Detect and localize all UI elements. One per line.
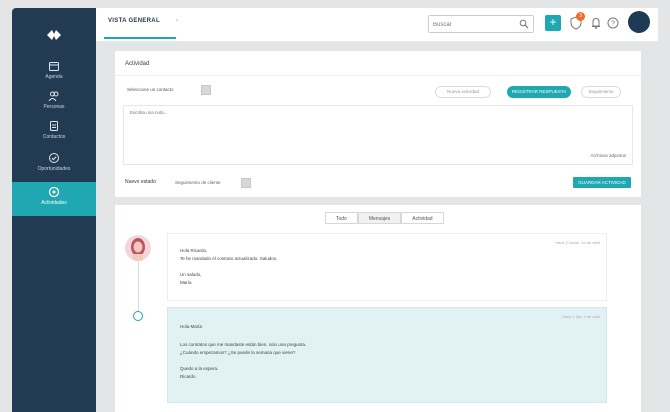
sidebar-item-agenda[interactable]: Agenda: [12, 60, 96, 90]
note-area[interactable]: Archivos adjuntos: [123, 105, 633, 165]
help-icon[interactable]: ?: [607, 16, 619, 30]
check-circle-icon: [49, 153, 59, 163]
search-input[interactable]: [433, 19, 519, 30]
contacts-icon: [50, 121, 58, 131]
tab-caret-icon: ›: [176, 18, 178, 24]
pill-nueva-actividad[interactable]: Nueva actividad: [435, 86, 491, 98]
sidebar-item-oportunidades[interactable]: Oportunidades: [12, 152, 96, 182]
top-bar: VISTA GENERAL › + 3 ?: [96, 8, 658, 42]
message-signoff: Quedo a la espera.: [180, 366, 219, 371]
message-signature: María: [180, 280, 192, 285]
sidebar-item-label: Actividades: [41, 200, 67, 206]
message-signoff: Un saludo,: [180, 272, 202, 277]
tab-active-indicator: [104, 37, 176, 39]
sidebar-item-personas[interactable]: Personas: [12, 90, 96, 120]
filter-actividad[interactable]: Actividad: [401, 212, 444, 224]
activity-panel: Actividad Seleccione un contacto Nueva a…: [114, 50, 642, 198]
svg-text:?: ?: [611, 21, 615, 28]
tab-vista-general[interactable]: VISTA GENERAL: [108, 18, 160, 24]
feed-filters: Todo Mensajes Actividad: [325, 212, 444, 224]
message-card-reply: Hace 1 día, 9 de abril Hola María Los co…: [167, 307, 607, 403]
sidebar-item-label: Agenda: [45, 74, 63, 80]
message-line: Te he mandado el contrato actualizado. S…: [180, 256, 278, 261]
sidebar-item-label: Contactos: [42, 134, 66, 140]
message-date: Hace 1 día, 9 de abril: [561, 314, 600, 319]
search-icon[interactable]: [519, 19, 529, 29]
people-icon: [48, 91, 59, 102]
sidebar-item-actividades[interactable]: Actividades: [12, 182, 96, 216]
contact-select-dropdown-icon[interactable]: [201, 85, 211, 95]
message-line: ¿Cuándo empezamos? ¿Se puede la semana q…: [180, 350, 296, 355]
filter-mensajes[interactable]: Mensajes: [357, 212, 402, 224]
timeline-dot: [133, 311, 143, 321]
sidebar-item-contactos[interactable]: Contactos: [12, 120, 96, 150]
message-greeting: Hola Ricardo,: [180, 248, 208, 253]
timeline-line: [138, 255, 139, 315]
sidebar-item-label: Personas: [43, 104, 65, 110]
divider: [115, 75, 641, 76]
save-activity-button[interactable]: GUARDAR ACTIVIDAD: [573, 177, 631, 188]
calendar-icon: [49, 62, 59, 71]
sidebar: Agenda Personas Contactos Oportunidades …: [12, 8, 96, 412]
user-avatar[interactable]: [628, 11, 650, 33]
contact-select[interactable]: Seleccione un contacto: [127, 87, 174, 92]
activity-icon: [48, 186, 60, 198]
notification-badge: 3: [576, 12, 585, 21]
bell-icon[interactable]: [590, 16, 602, 30]
pill-registrar-respuesta[interactable]: REGISTRAR RESPUESTA: [507, 86, 571, 98]
next-state-label: Nuevo estado: [125, 179, 156, 185]
next-state-dropdown-icon[interactable]: [241, 178, 251, 188]
pill-seguimiento[interactable]: Seguimiento: [581, 86, 621, 98]
add-button[interactable]: +: [545, 15, 561, 31]
panel-title: Actividad: [125, 61, 150, 67]
sidebar-item-label: Oportunidades: [37, 166, 71, 172]
attach-link[interactable]: Archivos adjuntos: [590, 153, 626, 158]
message-signature: Ricardo: [180, 374, 196, 379]
search-box[interactable]: [428, 15, 534, 33]
activity-feed: Todo Mensajes Actividad Hace 2 horas, 10…: [114, 204, 642, 412]
message-line: Los contratos que me mandaste están bien…: [180, 342, 307, 347]
logo-icon: [47, 30, 61, 40]
note-textarea[interactable]: [130, 110, 620, 140]
filter-todo[interactable]: Todo: [325, 212, 358, 224]
message-date: Hace 2 horas, 10 de abril: [555, 240, 600, 245]
message-greeting: Hola María: [180, 324, 203, 329]
next-state-select[interactable]: Seguimiento de cliente: [175, 180, 221, 185]
message-card: Hace 2 horas, 10 de abril Hola Ricardo, …: [167, 233, 607, 301]
